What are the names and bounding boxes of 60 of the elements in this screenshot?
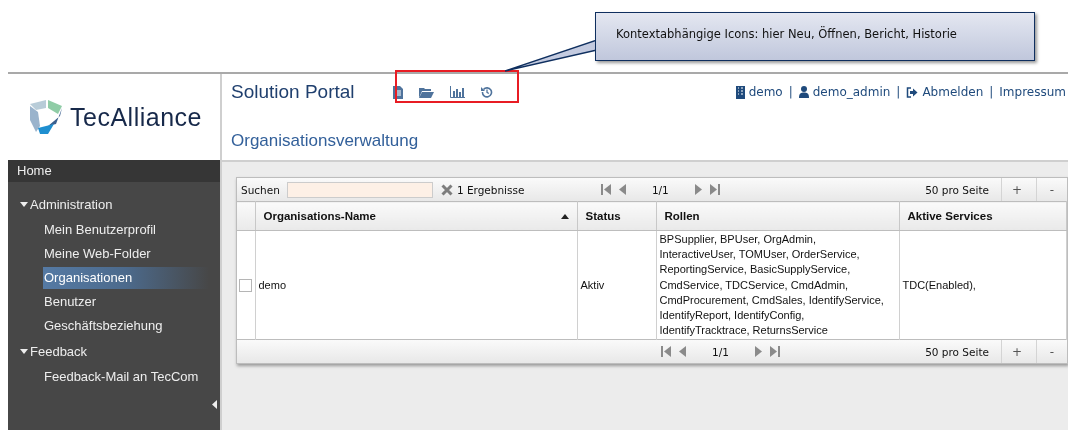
caret-icon[interactable] (20, 201, 28, 208)
imprint-link[interactable]: Impressum (999, 85, 1066, 99)
column-header[interactable]: Aktive Services (899, 201, 1067, 231)
table-cell: TDC(Enabled), (899, 230, 1067, 340)
last-page-icon[interactable] (709, 184, 720, 195)
add-button[interactable]: + (1001, 340, 1032, 364)
bar-chart-icon[interactable] (450, 86, 465, 98)
separator: | (896, 85, 901, 99)
last-page-icon[interactable] (769, 346, 780, 358)
separator: | (788, 85, 793, 99)
column-header[interactable]: Rollen (656, 201, 899, 231)
caret-icon[interactable] (20, 348, 28, 355)
page-indicator: 1/1 (651, 183, 669, 196)
building-icon (735, 85, 745, 99)
result-count: 1 Ergebnisse (456, 183, 526, 196)
sort-ascending-icon[interactable] (560, 213, 569, 219)
page-size[interactable]: 50 pro Seite (925, 345, 989, 358)
folder-icon[interactable] (419, 86, 434, 98)
row-checkbox[interactable] (239, 278, 252, 292)
sidebar-item[interactable]: Feedback-Mail an TecCom (43, 366, 209, 388)
clear-icon[interactable] (440, 183, 453, 196)
collapse-icon[interactable] (212, 400, 217, 409)
user-icon (798, 86, 809, 98)
page-title: Organisationsverwaltung (231, 131, 420, 151)
sidebar-group[interactable]: Feedback (30, 344, 88, 359)
page-indicator: 1/1 (712, 345, 729, 358)
previous-page-icon[interactable] (679, 346, 686, 358)
table-cell: BPSupplier, BPUser, OrgAdmin, InteractiveUser, TOMUser, OrderService, ReportingService, BasicSupplyService, CmdService, TDCService, CmdAdmin, CmdProcurement, CmdSales, IdentifyService, IdentifyReport, IdentifyConfig, IdentifyTracktrace, ReturnsService (656, 230, 899, 340)
next-page-icon[interactable] (694, 184, 702, 195)
history-icon[interactable] (481, 86, 493, 98)
app-title: Solution Portal (231, 81, 356, 103)
sidebar-group[interactable]: Administration (30, 197, 113, 212)
first-page-icon[interactable] (600, 184, 611, 195)
user-link[interactable]: demo_admin (798, 85, 891, 99)
table-cell: Aktiv (577, 230, 656, 340)
sidebar-item[interactable]: Home (8, 160, 220, 182)
sidebar-item[interactable]: Meine Web-Folder (43, 243, 209, 265)
sidebar-item[interactable]: Benutzer (43, 291, 209, 313)
new-document-icon[interactable] (393, 85, 403, 99)
table-cell: demo (255, 230, 577, 340)
first-page-icon[interactable] (661, 346, 671, 358)
logout-link[interactable]: Abmelden (906, 85, 984, 99)
previous-page-icon[interactable] (618, 184, 626, 195)
add-button[interactable]: + (1001, 178, 1032, 201)
separator: | (989, 85, 994, 99)
search-field[interactable] (286, 181, 433, 198)
page-size[interactable]: 50 pro Seite (925, 183, 989, 196)
remove-button[interactable]: - (1036, 340, 1067, 364)
search-label: Suchen (241, 183, 280, 196)
callout: Kontextabhängige Icons: hier Neu, Öffnen, Bericht, Historie (595, 12, 1035, 61)
remove-button[interactable]: - (1036, 178, 1067, 201)
next-page-icon[interactable] (754, 346, 762, 358)
company-link[interactable]: demo (735, 85, 783, 99)
column-header[interactable]: Organisations-Name (255, 201, 577, 231)
shield-logo-icon (28, 98, 64, 136)
logo-text: TecAlliance (70, 102, 202, 132)
column-header[interactable]: Status (577, 201, 656, 231)
logout-icon (906, 86, 919, 98)
sidebar-item[interactable]: Mein Benutzerprofil (43, 219, 209, 241)
sidebar-item[interactable]: Geschäftsbeziehung (43, 315, 209, 337)
